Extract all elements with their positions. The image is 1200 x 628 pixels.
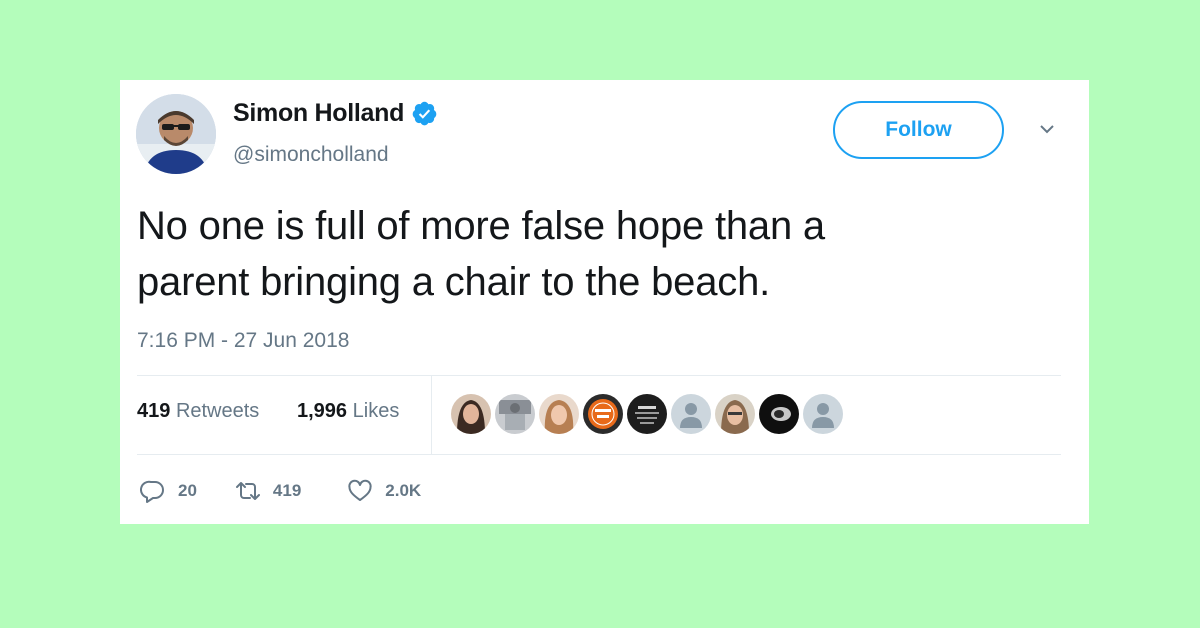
tweet-text-line-2: parent bringing a chair to the beach. bbox=[137, 260, 771, 304]
tweet-text: No one is full of more false hope than a… bbox=[137, 198, 1037, 310]
liker-avatar[interactable] bbox=[759, 394, 799, 434]
default-avatar-icon[interactable] bbox=[671, 394, 711, 434]
reply-icon bbox=[140, 480, 164, 503]
retweets-count: 419 bbox=[137, 400, 171, 422]
divider bbox=[137, 454, 1061, 455]
tweet-timestamp[interactable]: 7:16 PM - 27 Jun 2018 bbox=[137, 329, 349, 353]
retweets-label: Retweets bbox=[175, 400, 260, 422]
retweets-stat[interactable]: 419 Retweets bbox=[137, 400, 259, 423]
liker-avatar[interactable] bbox=[495, 394, 535, 434]
liker-avatar[interactable] bbox=[715, 394, 755, 434]
author-handle[interactable]: @simoncholland bbox=[233, 143, 389, 167]
liker-avatar[interactable] bbox=[451, 394, 491, 434]
liker-avatar[interactable] bbox=[583, 394, 623, 434]
divider bbox=[137, 375, 1061, 376]
reply-button[interactable]: 20 bbox=[140, 478, 197, 504]
chevron-down-icon[interactable] bbox=[1038, 122, 1056, 136]
liker-avatars bbox=[451, 394, 843, 434]
author-name[interactable]: Simon Holland bbox=[233, 99, 404, 128]
likes-stat[interactable]: 1,996 Likes bbox=[297, 400, 399, 423]
liker-avatar[interactable] bbox=[539, 394, 579, 434]
liker-avatar[interactable] bbox=[627, 394, 667, 434]
verified-badge-icon bbox=[412, 101, 437, 126]
retweet-icon bbox=[235, 482, 260, 500]
tweet-card: Simon Holland @simoncholland Follow No o… bbox=[120, 80, 1089, 524]
author-name-row: Simon Holland bbox=[233, 99, 438, 128]
follow-button[interactable]: Follow bbox=[833, 101, 1004, 159]
retweet-count: 419 bbox=[272, 481, 302, 500]
like-count: 2.0K bbox=[385, 481, 422, 500]
like-icon bbox=[348, 479, 372, 501]
stats-separator bbox=[431, 376, 432, 454]
author-avatar[interactable] bbox=[136, 94, 216, 174]
likes-label: Likes bbox=[352, 400, 400, 422]
reply-count: 20 bbox=[178, 481, 197, 500]
tweet-actions: 20 419 2.0K bbox=[140, 478, 421, 504]
likes-count: 1,996 bbox=[297, 400, 348, 422]
like-button[interactable]: 2.0K bbox=[347, 478, 421, 504]
tweet-text-line-1: No one is full of more false hope than a bbox=[137, 204, 825, 248]
default-avatar-icon[interactable] bbox=[803, 394, 843, 434]
retweet-button[interactable]: 419 bbox=[235, 478, 301, 504]
